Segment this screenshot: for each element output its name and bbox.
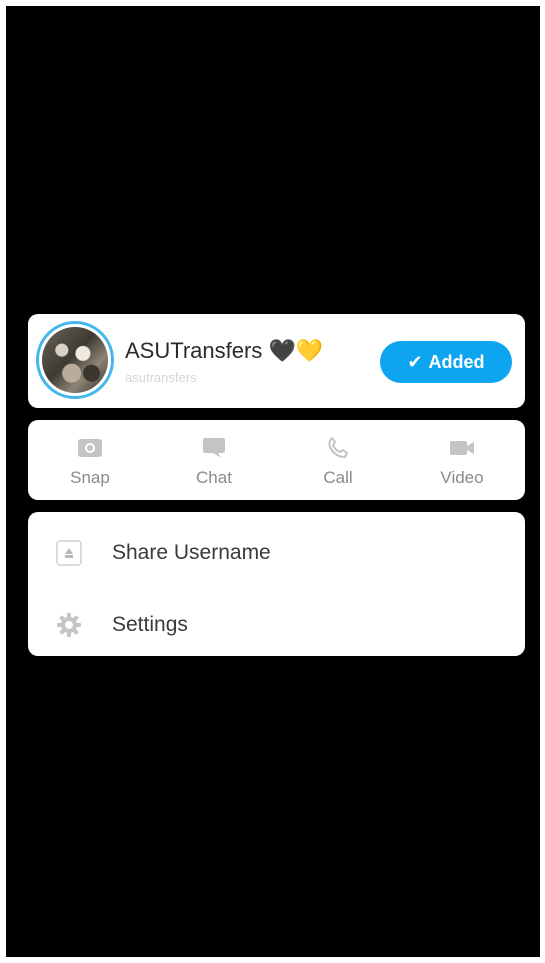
settings-item[interactable]: Settings bbox=[28, 590, 525, 660]
share-icon bbox=[56, 540, 82, 566]
profile-card: ASUTransfers 🖤💛 asutransfers ✔ Added bbox=[28, 314, 525, 408]
username: asutransfers bbox=[125, 370, 197, 385]
added-button[interactable]: ✔ Added bbox=[380, 341, 512, 383]
checkmark-icon: ✔ bbox=[407, 351, 423, 372]
display-name: ASUTransfers 🖤💛 bbox=[125, 338, 324, 363]
camera-icon bbox=[78, 439, 102, 457]
call-button[interactable]: Call bbox=[276, 420, 400, 500]
video-camera-icon bbox=[450, 441, 474, 455]
video-button[interactable]: Video bbox=[400, 420, 524, 500]
video-label: Video bbox=[440, 468, 484, 487]
added-label: Added bbox=[428, 351, 485, 372]
chat-label: Chat bbox=[196, 468, 232, 487]
avatar[interactable] bbox=[36, 321, 114, 399]
phone-icon bbox=[328, 437, 348, 458]
app-screen: ASUTransfers 🖤💛 asutransfers ✔ Added Sna… bbox=[6, 6, 540, 957]
avatar-image bbox=[42, 327, 108, 393]
chat-button[interactable]: Chat bbox=[152, 420, 276, 500]
gear-icon bbox=[57, 613, 81, 637]
actions-card: Snap Chat Call Video bbox=[28, 420, 525, 500]
snap-label: Snap bbox=[70, 468, 110, 487]
settings-label: Settings bbox=[112, 613, 188, 636]
call-label: Call bbox=[323, 468, 353, 487]
share-username-item[interactable]: Share Username bbox=[28, 518, 525, 588]
share-username-label: Share Username bbox=[112, 541, 271, 564]
snap-button[interactable]: Snap bbox=[28, 420, 152, 500]
chat-bubble-icon bbox=[203, 438, 225, 458]
menu-card: Share Username Settings bbox=[28, 512, 525, 656]
